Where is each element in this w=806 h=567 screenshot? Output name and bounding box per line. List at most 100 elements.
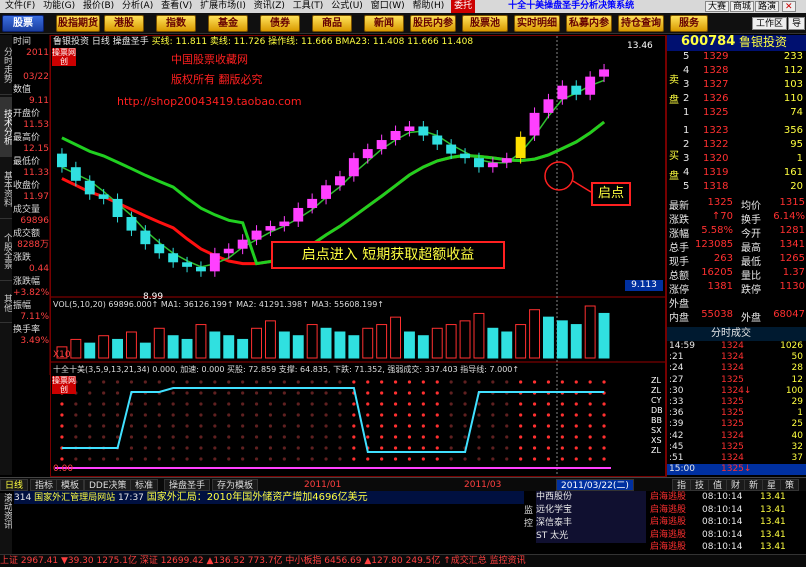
tick-row[interactable]: :42 1324 40	[667, 431, 806, 442]
tab-position-query[interactable]: 持仓查询	[618, 15, 664, 32]
indicator-dot	[407, 446, 412, 450]
tab-dde[interactable]: DDE决策	[84, 479, 132, 491]
roadshow-button[interactable]: 路演	[755, 1, 780, 12]
menu-file[interactable]: 文件(F)	[5, 0, 35, 13]
indicator-dot	[393, 413, 398, 417]
close-icon[interactable]: ✕	[782, 1, 796, 12]
right-tab[interactable]: 新	[744, 479, 764, 491]
news-headline[interactable]: 314 国家外汇管理局网站 17:37 国家外汇局：2010年国外储资产增加46…	[14, 491, 524, 504]
nav-button[interactable]: 导	[788, 17, 806, 30]
tick-row[interactable]: :39 1325 25	[667, 419, 806, 430]
tick-row[interactable]: :30 1324↓ 100	[667, 386, 806, 397]
tab-bond[interactable]: 债券	[260, 15, 300, 32]
tab-hk-stocks[interactable]: 港股	[104, 15, 144, 32]
period-day-label[interactable]: 日线	[0, 479, 29, 491]
tick-row[interactable]: 14:59 1324 1026	[667, 341, 806, 352]
monitor-item[interactable]: 中西股份	[536, 491, 646, 504]
tab-panshou[interactable]: 操盘圣手	[164, 479, 211, 491]
tab-index[interactable]: 指数	[156, 15, 196, 32]
volume-header: VOL(5,10,20) 69896.000↑ MA1: 36126.199↑ …	[53, 300, 385, 309]
detail-key: 内盘	[669, 313, 689, 324]
tab-index-futures[interactable]: 股指期货	[56, 15, 100, 32]
tick-row[interactable]: :27 1325 12	[667, 375, 806, 386]
right-tab[interactable]: 策	[780, 479, 800, 491]
indicator-dot	[227, 446, 231, 450]
tab-fund[interactable]: 基金	[208, 15, 248, 32]
tick-row[interactable]: :36 1325 1	[667, 408, 806, 419]
candle	[237, 239, 248, 249]
alert-row[interactable]: 启海逃股 08:10:14 13.41	[650, 491, 806, 504]
volume-bar	[139, 342, 151, 359]
right-tab[interactable]: 值	[708, 479, 728, 491]
menu-analysis[interactable]: 分析(A)	[122, 0, 153, 13]
monitor-item[interactable]: ST 太光	[536, 530, 646, 543]
tick-row[interactable]: :51 1324 37	[667, 453, 806, 464]
right-tab[interactable]: 财	[726, 479, 746, 491]
workspace-button[interactable]: 工作区	[752, 17, 788, 30]
tick-row[interactable]: :33 1325 29	[667, 397, 806, 408]
tab-realtime-detail[interactable]: 实时明细	[514, 15, 560, 32]
indicator-dot	[254, 413, 259, 417]
tab-investor-ref[interactable]: 股民内参	[410, 15, 456, 32]
indicator-dot	[505, 457, 509, 461]
menu-function[interactable]: 功能(G)	[43, 0, 75, 13]
tick-volume: 100	[785, 385, 803, 396]
side-tab-technical[interactable]: 技术分析	[0, 97, 12, 157]
alert-row[interactable]: 启海逃股 08:10:14 13.41	[650, 529, 806, 542]
tab-save-template[interactable]: 存为模板	[212, 479, 259, 491]
menu-formula[interactable]: 公式(U)	[331, 0, 363, 13]
candle	[404, 126, 415, 131]
right-tab[interactable]: 星	[762, 479, 782, 491]
menu-quote[interactable]: 报价(B)	[83, 0, 114, 13]
alert-list[interactable]: 启海逃股 08:10:14 13.41 启海逃股 08:10:14 13.41 启海逃股 08…	[650, 491, 806, 553]
detail-value: 5.58%	[701, 225, 733, 236]
side-tab-intraday[interactable]: 分时走势	[0, 35, 12, 95]
kline-chart[interactable]: 鲁银投资 日线 操盘圣手 买线: 11.811 卖线: 11.726 操作线: …	[50, 35, 666, 477]
alert-row[interactable]: 启海逃股 08:10:14 13.41	[650, 504, 806, 517]
indicator-dot	[185, 446, 189, 450]
tab-template[interactable]: 模板	[56, 479, 85, 491]
right-tab[interactable]: 指	[672, 479, 692, 491]
menu-window[interactable]: 窗口(W)	[371, 0, 405, 13]
indicator-dot	[546, 402, 551, 406]
quote-title: 600784 鲁银投资	[667, 35, 806, 51]
tick-row[interactable]: :21 1324 50	[667, 352, 806, 363]
tab-commodity[interactable]: 商品	[312, 15, 352, 32]
menu-help[interactable]: 帮助(H)	[413, 0, 445, 13]
indicator-dot	[310, 391, 314, 395]
indicator-dot	[352, 424, 356, 428]
menu-view[interactable]: 查看(V)	[161, 0, 192, 13]
tab-stock-pool[interactable]: 股票池	[462, 15, 508, 32]
alert-row[interactable]: 启海逃股 08:10:14 13.41	[650, 516, 806, 529]
tick-row[interactable]: :24 1324 28	[667, 363, 806, 374]
volume-bar	[459, 320, 471, 359]
side-tab-panorama[interactable]: 个股全景	[0, 221, 12, 281]
volume-bar	[126, 331, 137, 359]
volume-bar	[473, 312, 485, 359]
tab-service[interactable]: 服务	[670, 15, 708, 32]
monitor-item[interactable]: 远化学宝	[536, 504, 646, 517]
tab-stocks[interactable]: 股票	[2, 15, 44, 32]
tab-private-ref[interactable]: 私募内参	[566, 15, 612, 32]
monitor-item[interactable]: 深信泰丰	[536, 517, 646, 530]
monitor-list[interactable]: 中西股份 远化学宝 深信泰丰 ST 太光	[536, 491, 646, 553]
indicator-dot	[268, 435, 273, 439]
tick-row[interactable]: 15:00 1325↓	[667, 464, 806, 476]
tab-news[interactable]: 新闻	[364, 15, 404, 32]
tick-volume: 29	[791, 397, 803, 407]
right-tab[interactable]: 技	[690, 479, 710, 491]
contest-button[interactable]: 大赛	[705, 1, 730, 12]
tick-price: 1324	[721, 341, 744, 351]
tab-standard[interactable]: 标准	[130, 479, 159, 491]
side-tab-other[interactable]: 其他	[0, 283, 12, 323]
menu-info[interactable]: 资讯(Z)	[254, 0, 285, 13]
menu-tools[interactable]: 工具(T)	[293, 0, 324, 13]
side-tab-basic[interactable]: 基本资料	[0, 159, 12, 219]
ticks-list[interactable]: 14:59 1324 1026:21 1324 50:24 1324 28:27 1325 12…	[667, 341, 806, 477]
menu-trade[interactable]: 委托	[451, 0, 476, 13]
tick-row[interactable]: :45 1325 32	[667, 442, 806, 453]
tab-indicator[interactable]: 指标	[30, 479, 59, 491]
menu-ext-market[interactable]: 扩展市场(I)	[200, 0, 246, 13]
mall-button[interactable]: 商城	[730, 1, 755, 12]
alert-row[interactable]: 启海逃股 08:10:14 13.41	[650, 541, 806, 554]
